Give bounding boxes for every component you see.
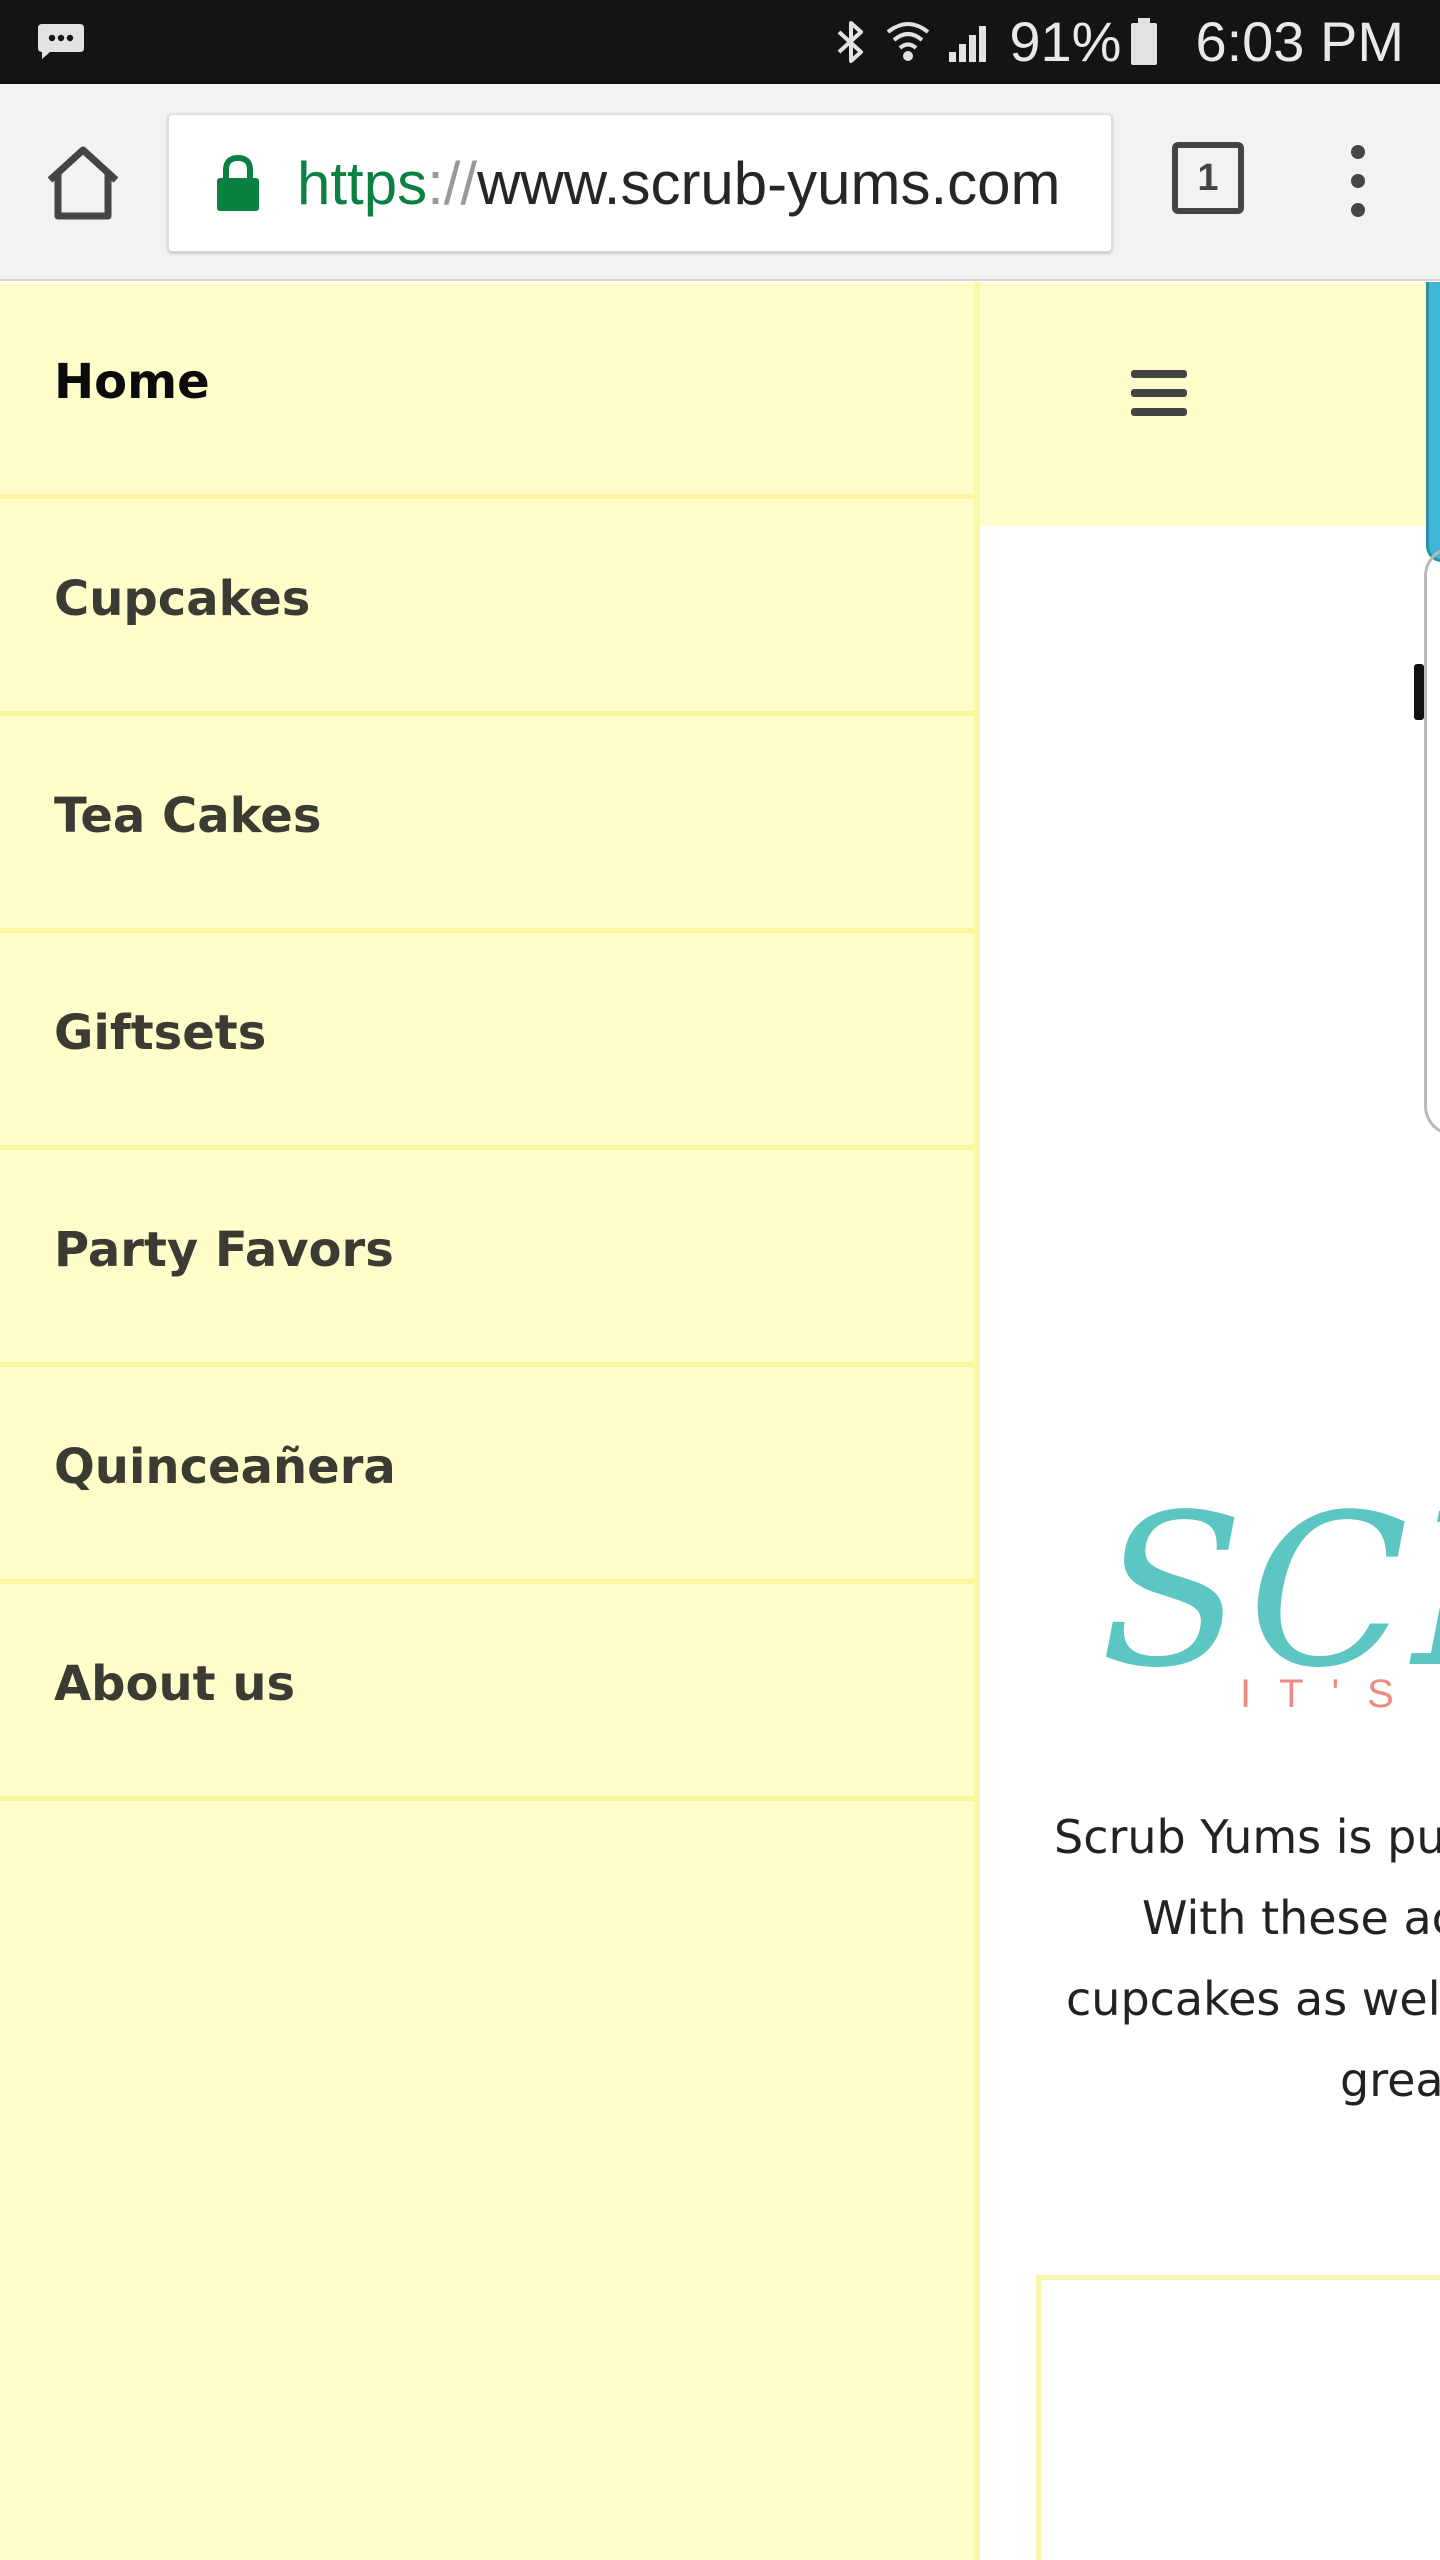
intro-paragraph: Scrub Yums is pu With these ac cupcakes … — [980, 1797, 1440, 2121]
hero-frame-marker — [1414, 664, 1424, 720]
nav-item-giftsets[interactable]: Giftsets — [0, 933, 974, 1150]
url-separator: :// — [427, 150, 478, 217]
battery-percent: 91% — [1009, 10, 1122, 73]
nav-item-quinceanera[interactable]: Quinceañera — [0, 1367, 974, 1584]
hero-image-frame — [1424, 546, 1440, 1136]
nav-item-about-us[interactable]: About us — [0, 1584, 974, 1801]
web-page: Home Cupcakes Tea Cakes Giftsets Party F… — [0, 282, 1440, 2560]
intro-line: With these ac — [1142, 1891, 1440, 1945]
logo-wordmark: SCRUB YUMS — [1100, 1487, 1440, 1714]
home-icon[interactable] — [40, 140, 126, 226]
wifi-icon — [887, 22, 930, 61]
nav-item-tea-cakes[interactable]: Tea Cakes — [0, 716, 974, 933]
nav-item-home[interactable]: Home — [0, 282, 974, 499]
address-bar[interactable]: https://www.scrub-yums.com — [168, 114, 1112, 252]
bluetooth-icon — [837, 21, 864, 63]
nav-item-cupcakes[interactable]: Cupcakes — [0, 499, 974, 716]
status-bar: 91% 6:03 PM — [0, 0, 1440, 84]
site-logo: SCRUB YUMS IT'S — [1100, 1487, 1440, 1737]
lock-icon — [217, 155, 259, 211]
cell-signal-icon — [949, 26, 987, 62]
overflow-menu-icon[interactable] — [1328, 136, 1388, 226]
intro-line: grea — [1340, 2053, 1440, 2107]
url-scheme: https — [297, 150, 428, 217]
content-card — [1036, 2275, 1440, 2560]
url-host: www.scrub-yums.com — [477, 150, 1061, 217]
cart-tab[interactable] — [1426, 282, 1440, 562]
nav-item-party-favors[interactable]: Party Favors — [0, 1150, 974, 1367]
main-content: SCRUB YUMS IT'S Scrub Yums is pu With th… — [980, 282, 1440, 2560]
intro-line: Scrub Yums is pu — [1054, 1810, 1440, 1864]
clock: 6:03 PM — [1195, 10, 1404, 73]
battery-icon — [1131, 18, 1158, 65]
hamburger-icon[interactable] — [1131, 370, 1187, 416]
url-text: https://www.scrub-yums.com — [297, 115, 1061, 253]
browser-toolbar: https://www.scrub-yums.com 1 — [0, 84, 1440, 281]
logo-tagline: IT'S — [1240, 1672, 1422, 1716]
notification-message-icon — [38, 24, 84, 59]
tab-switcher-button[interactable]: 1 — [1172, 142, 1244, 214]
site-header — [980, 282, 1440, 526]
intro-line: cupcakes as well — [1066, 1972, 1440, 2026]
side-nav-drawer: Home Cupcakes Tea Cakes Giftsets Party F… — [0, 282, 980, 2560]
